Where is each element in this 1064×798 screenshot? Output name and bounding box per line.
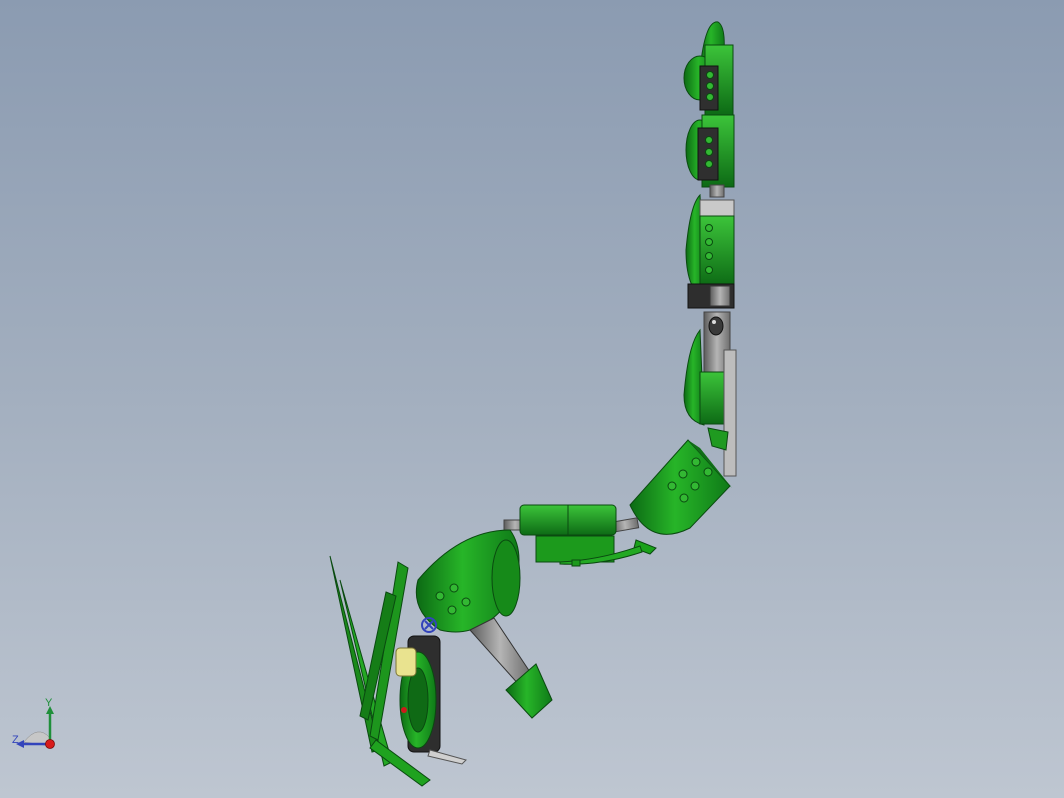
triad-y-label: Y: [45, 697, 53, 709]
coordinate-triad: [8, 698, 68, 758]
mechanism-assembly[interactable]: [395, 617, 467, 765]
head-segment[interactable]: [415, 529, 521, 633]
tail-segment-3[interactable]: [685, 193, 735, 309]
3d-model-view[interactable]: [0, 0, 1064, 798]
triad-z-label: Z: [12, 734, 19, 746]
body-segment-flat[interactable]: [519, 504, 643, 567]
graphics-viewport[interactable]: Y Z: [0, 0, 1064, 798]
claw-arm[interactable]: [469, 617, 553, 719]
tail-tip-segment[interactable]: [683, 21, 734, 116]
tail-segment-2[interactable]: [685, 114, 735, 198]
body-segment-angled[interactable]: [629, 439, 732, 555]
x-axis-origin-icon: [45, 739, 55, 749]
